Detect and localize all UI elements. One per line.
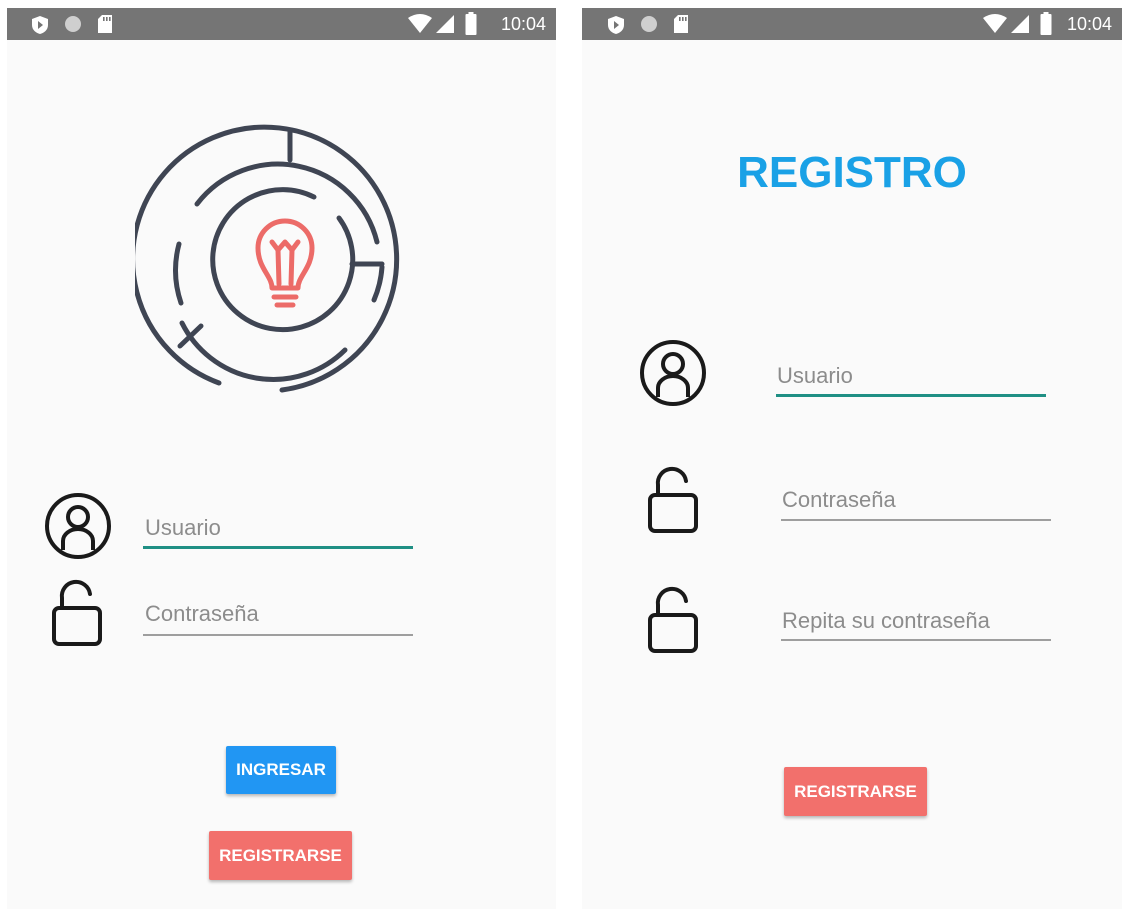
register-button[interactable]: REGISTRARSE [784, 767, 927, 816]
maze-logo [135, 124, 400, 393]
status-bar: 10:04 [7, 8, 556, 40]
shield-icon [608, 16, 624, 34]
signal-icon [436, 15, 454, 33]
register-screen: 10:04 REGISTRO REGISTRARSE [582, 8, 1122, 909]
user-icon [640, 340, 706, 406]
lock-icon [52, 579, 102, 646]
username-underline [143, 546, 413, 549]
shield-icon [32, 16, 48, 34]
password-input[interactable] [143, 598, 413, 630]
lightbulb-icon [255, 218, 315, 308]
user-icon [45, 493, 111, 559]
battery-icon [465, 12, 477, 35]
lock-icon [648, 586, 698, 653]
signal-icon [1011, 15, 1029, 33]
sd-card-icon [98, 15, 112, 33]
password-input[interactable] [780, 484, 1050, 516]
circle-icon [641, 16, 657, 32]
battery-icon [1040, 12, 1052, 35]
username-underline [776, 394, 1046, 397]
username-input[interactable] [775, 360, 1045, 392]
login-button[interactable]: INGRESAR [226, 746, 336, 794]
register-button[interactable]: REGISTRARSE [209, 831, 352, 880]
wifi-icon [408, 14, 432, 33]
status-time: 10:04 [1066, 14, 1112, 34]
login-screen: 10:04 Usuario INGRESAR REGISTRARSE [7, 8, 556, 909]
page-title: REGISTRO [737, 148, 967, 197]
password-underline [143, 634, 413, 636]
username-input[interactable] [143, 512, 413, 544]
repeat-password-underline [781, 639, 1051, 641]
circle-icon [65, 16, 81, 32]
repeat-password-input[interactable] [780, 605, 1050, 637]
status-bar: 10:04 [582, 8, 1122, 40]
lock-icon [648, 466, 698, 533]
status-time: 10:04 [500, 14, 546, 34]
wifi-icon [983, 14, 1007, 33]
password-underline [781, 519, 1051, 521]
sd-card-icon [674, 15, 688, 33]
